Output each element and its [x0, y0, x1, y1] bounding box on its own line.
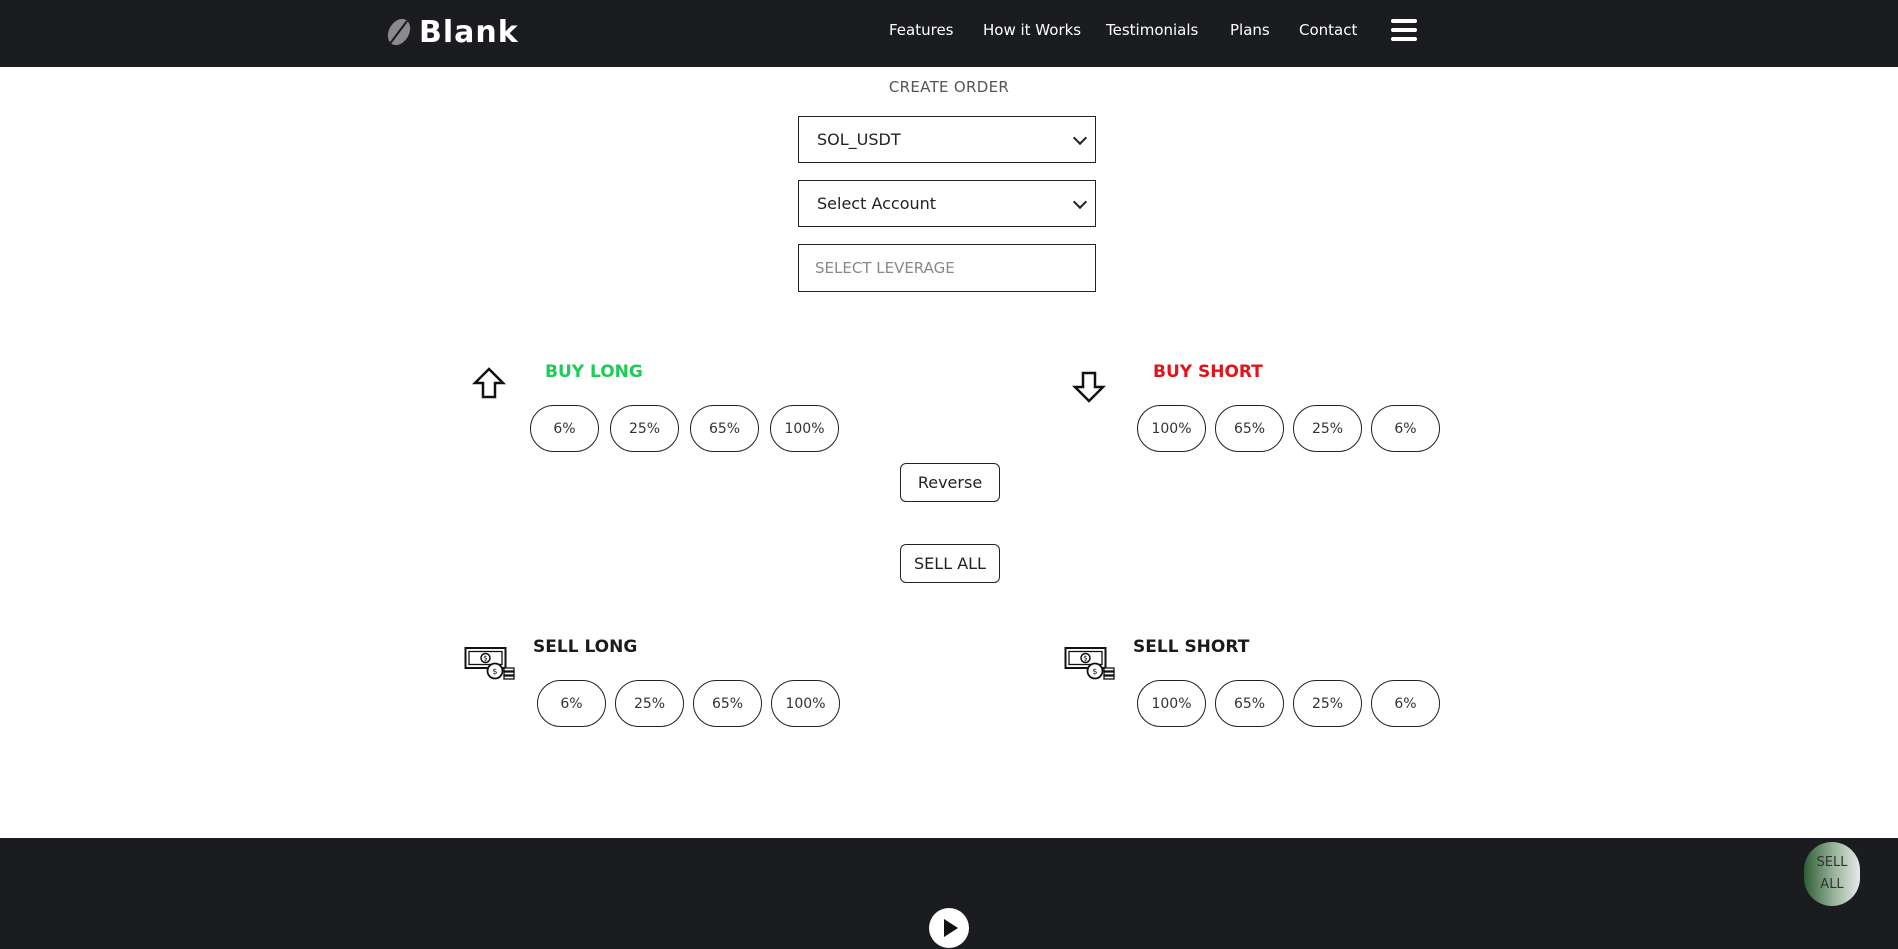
buy-short-title: BUY SHORT: [1153, 362, 1263, 382]
buy-short-100-button[interactable]: 100%: [1137, 405, 1206, 452]
leverage-input[interactable]: [813, 258, 1087, 278]
arrow-down-icon: [1072, 371, 1106, 403]
create-order-heading: CREATE ORDER: [888, 78, 1010, 96]
sell-short-100-button[interactable]: 100%: [1137, 680, 1206, 727]
account-select-value: Select Account: [817, 194, 937, 213]
buy-long-65-button[interactable]: 65%: [690, 405, 759, 452]
symbol-select[interactable]: SOL_USDT: [798, 116, 1096, 163]
sell-short-65-button[interactable]: 65%: [1215, 680, 1284, 727]
buy-short-65-button[interactable]: 65%: [1215, 405, 1284, 452]
svg-text:$: $: [1083, 655, 1087, 663]
money-bill-icon: $ $: [464, 647, 515, 680]
reverse-button[interactable]: Reverse: [900, 463, 1000, 502]
sell-short-25-button[interactable]: 25%: [1293, 680, 1362, 727]
account-select[interactable]: Select Account: [798, 180, 1096, 227]
nav-link-features[interactable]: Features: [889, 21, 954, 39]
sell-long-title: SELL LONG: [533, 637, 638, 657]
buy-long-title: BUY LONG: [545, 362, 643, 382]
floating-sell-all-line1: SELL: [1816, 855, 1848, 870]
sell-short-title: SELL SHORT: [1133, 637, 1250, 657]
buy-long-25-button[interactable]: 25%: [610, 405, 679, 452]
nav-link-plans[interactable]: Plans: [1230, 21, 1270, 39]
leaf-logo-icon: [387, 18, 411, 46]
sell-long-65-button[interactable]: 65%: [693, 680, 762, 727]
money-bill-icon: $ $: [1064, 647, 1115, 680]
play-button[interactable]: [929, 908, 969, 948]
sell-long-25-button[interactable]: 25%: [615, 680, 684, 727]
nav-link-testimonials[interactable]: Testimonials: [1106, 21, 1198, 39]
brand-name: Blank: [419, 14, 519, 50]
chevron-down-icon: [1072, 194, 1088, 210]
symbol-select-value: SOL_USDT: [817, 130, 901, 149]
buy-short-6-button[interactable]: 6%: [1371, 405, 1440, 452]
svg-text:$: $: [483, 655, 487, 663]
nav-link-contact[interactable]: Contact: [1299, 21, 1357, 39]
svg-text:$: $: [1092, 667, 1097, 676]
buy-long-6-button[interactable]: 6%: [530, 405, 599, 452]
chevron-down-icon: [1072, 130, 1088, 146]
nav-link-how-it-works[interactable]: How it Works: [983, 21, 1081, 39]
leverage-field: [798, 244, 1096, 292]
floating-sell-all-button[interactable]: SELL ALL: [1804, 842, 1860, 906]
arrow-up-icon: [472, 367, 506, 399]
play-icon: [944, 919, 958, 937]
buy-short-25-button[interactable]: 25%: [1293, 405, 1362, 452]
floating-sell-all-line2: ALL: [1820, 877, 1844, 892]
sell-long-6-button[interactable]: 6%: [537, 680, 606, 727]
sell-short-6-button[interactable]: 6%: [1371, 680, 1440, 727]
sell-all-button[interactable]: SELL ALL: [900, 544, 1000, 583]
brand-logo[interactable]: Blank: [385, 12, 519, 52]
top-navbar: Blank Features How it Works Testimonials…: [0, 0, 1898, 67]
hamburger-menu-icon[interactable]: [1391, 19, 1417, 43]
svg-text:$: $: [492, 667, 497, 676]
buy-long-100-button[interactable]: 100%: [770, 405, 839, 452]
sell-long-100-button[interactable]: 100%: [771, 680, 840, 727]
